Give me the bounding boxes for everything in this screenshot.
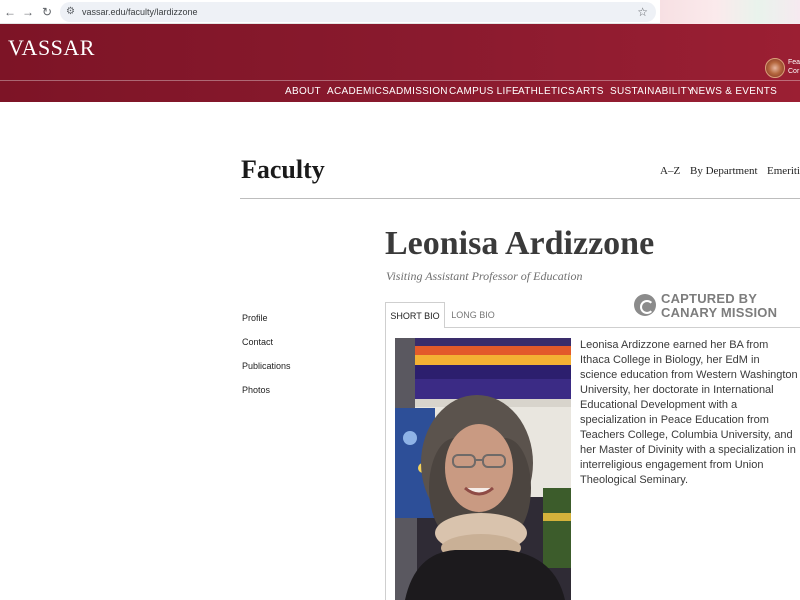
faculty-nav-a-z[interactable]: A–Z <box>660 165 680 177</box>
address-bar[interactable]: ⚙ vassar.edu/faculty/lardizzone ☆ <box>60 2 656 22</box>
canary-mission-logo-icon <box>634 294 656 316</box>
tab-bar-border <box>445 327 800 328</box>
browser-toolbar: ← → ↻ ⚙ vassar.edu/faculty/lardizzone ☆ <box>0 0 800 24</box>
nav-athletics[interactable]: ATHLETICS <box>518 85 575 98</box>
vassar-logo[interactable]: VASSAR <box>8 35 95 61</box>
watermark-line1: CAPTURED BY <box>661 291 758 306</box>
nav-admission[interactable]: ADMISSION <box>389 85 448 98</box>
watermark: CAPTURED BY CANARY MISSION <box>661 292 777 320</box>
forward-arrow-icon[interactable]: → <box>20 4 36 20</box>
featured-emblem-icon[interactable] <box>765 58 785 78</box>
featured-link[interactable]: Fea Cor <box>788 58 800 76</box>
nav-campus-life[interactable]: CAMPUS LIFE <box>449 85 519 98</box>
nav-news-events[interactable]: NEWS & EVENTS <box>691 85 777 98</box>
faculty-divider <box>240 198 800 199</box>
site-header: VASSAR Fea Cor ABOUT ACADEMICS ADMISSION… <box>0 24 800 102</box>
side-nav-profile[interactable]: Profile <box>242 313 268 323</box>
reload-icon[interactable]: ↻ <box>39 4 55 20</box>
back-arrow-icon[interactable]: ← <box>2 4 18 20</box>
nav-academics[interactable]: ACADEMICS <box>327 85 389 98</box>
side-nav-photos[interactable]: Photos <box>242 385 270 395</box>
person-name: Leonisa Ardizzone <box>385 225 655 262</box>
nav-about[interactable]: ABOUT <box>285 85 321 98</box>
main-nav: ABOUT ACADEMICS ADMISSION CAMPUS LIFE AT… <box>0 81 800 102</box>
site-info-icon[interactable]: ⚙ <box>66 5 75 19</box>
faculty-nav-emeriti[interactable]: Emeriti <box>767 165 800 177</box>
short-bio-text: Leonisa Ardizzone earned her BA from Ith… <box>580 339 798 486</box>
side-nav-publications[interactable]: Publications <box>242 361 291 371</box>
url-text[interactable]: vassar.edu/faculty/lardizzone <box>82 5 198 19</box>
nav-arts[interactable]: ARTS <box>576 85 604 98</box>
star-icon[interactable]: ☆ <box>637 4 648 20</box>
profile-photo <box>395 338 571 600</box>
faculty-heading: Faculty <box>241 155 325 184</box>
tab-short-bio[interactable]: SHORT BIO <box>385 302 445 328</box>
tab-panel-border <box>385 327 386 600</box>
blurred-browser-region <box>660 0 800 24</box>
nav-sustainability[interactable]: SUSTAINABILITY <box>610 85 694 98</box>
faculty-nav-by-department[interactable]: By Department <box>690 165 758 177</box>
person-title: Visiting Assistant Professor of Educatio… <box>386 269 583 283</box>
side-nav-contact[interactable]: Contact <box>242 337 273 347</box>
watermark-line2: CANARY MISSION <box>661 305 778 320</box>
featured-text-line1: Fea <box>788 59 800 66</box>
tab-long-bio[interactable]: LONG BIO <box>445 302 501 328</box>
featured-text-line2: Cor <box>788 68 800 75</box>
